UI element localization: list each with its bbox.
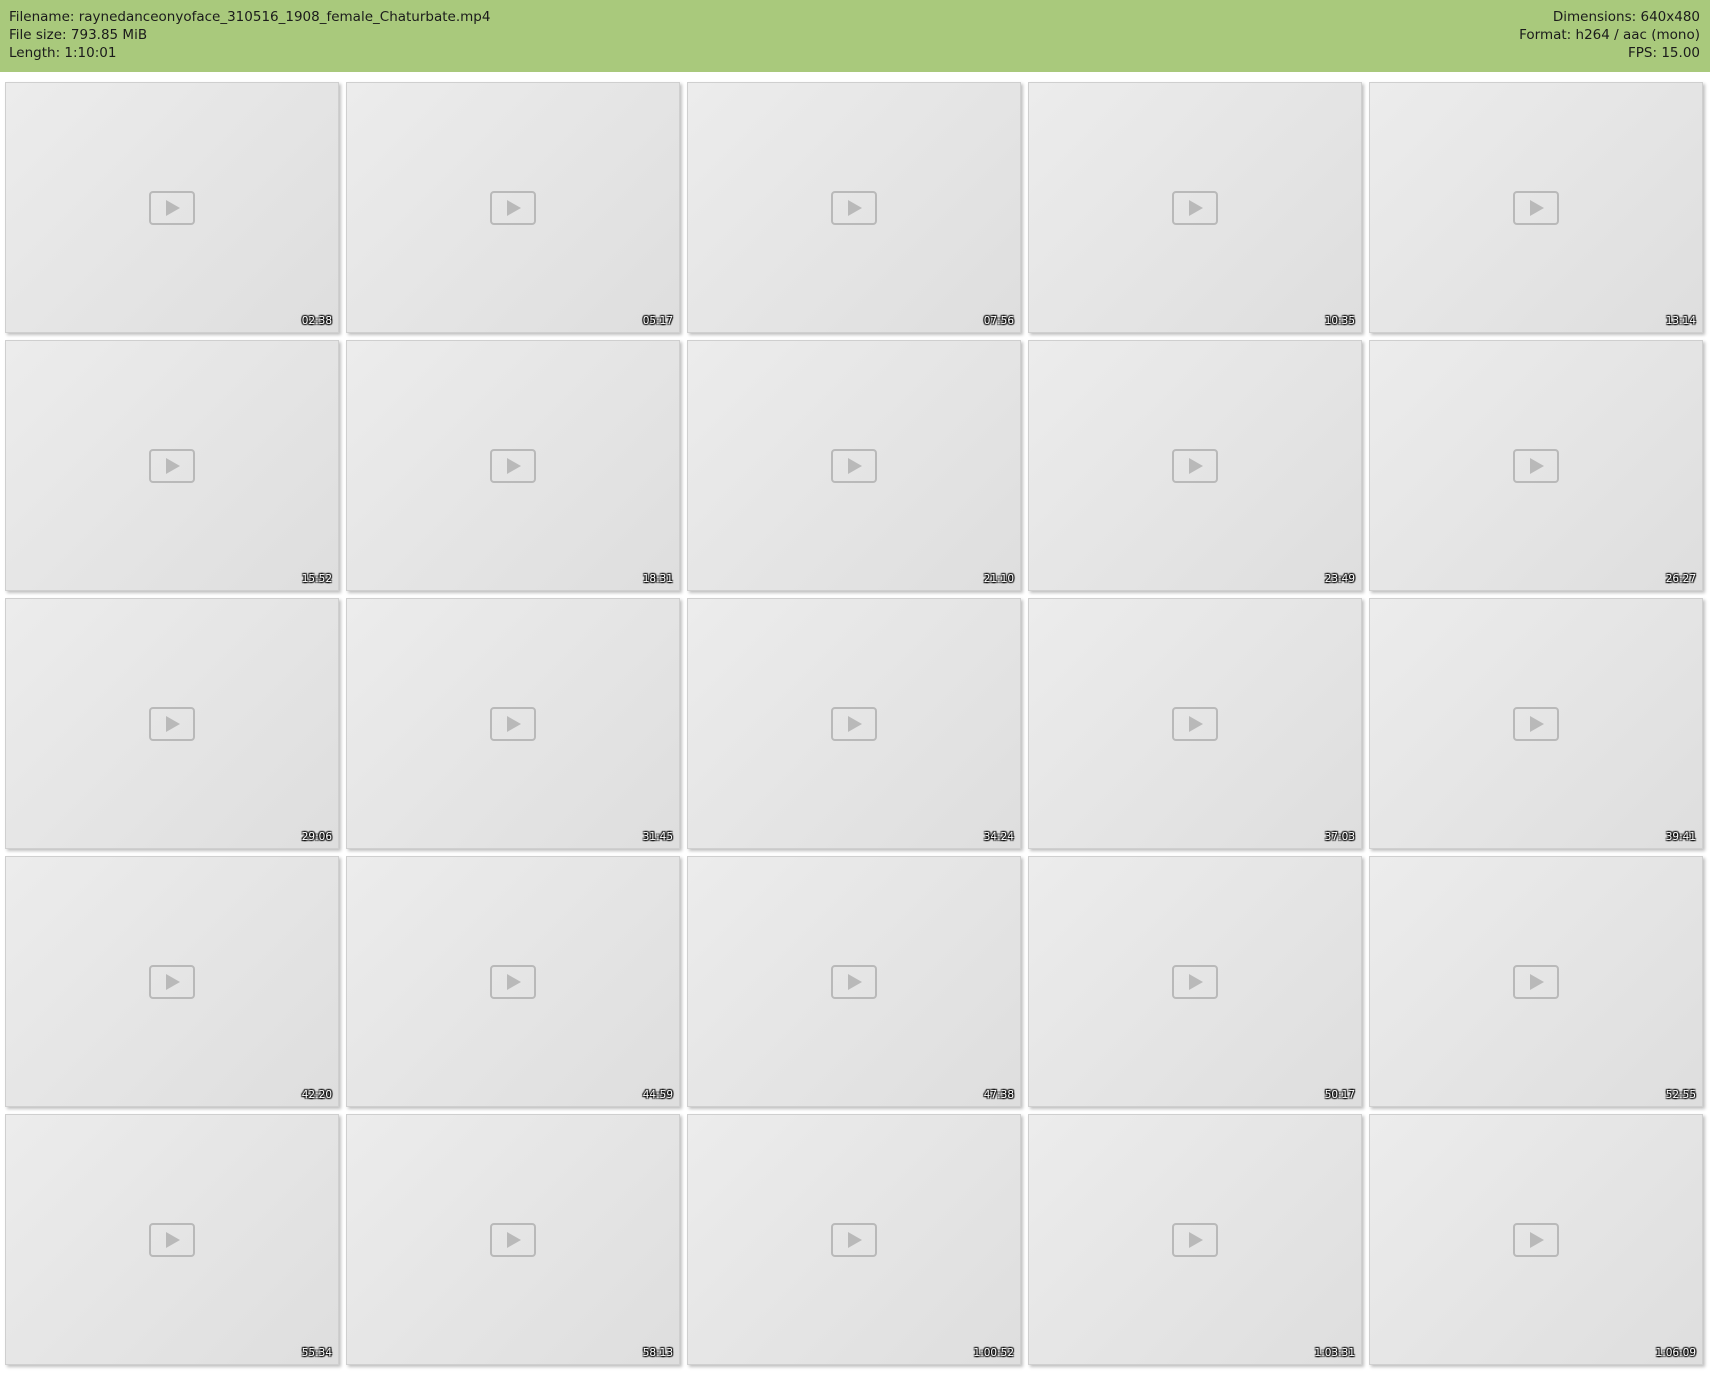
video-frame-thumbnail[interactable]: 34:24 [687,598,1021,849]
frame-timestamp: 13:14 [1665,315,1696,327]
video-frame-thumbnail[interactable]: 39:41 [1369,598,1703,849]
frame-timestamp: 1:06:09 [1655,1347,1696,1359]
info-header: Filename: raynedanceonyoface_310516_1908… [0,0,1710,72]
video-frame-thumbnail[interactable]: 31:45 [346,598,680,849]
video-frame-thumbnail[interactable]: 42:20 [5,856,339,1107]
file-size-text: File size: 793.85 MiB [9,27,148,43]
video-frame-thumbnail[interactable]: 29:06 [5,598,339,849]
video-frame-icon [1513,1222,1559,1257]
video-frame-thumbnail[interactable]: 50:17 [1028,856,1362,1107]
video-frame-icon [1172,1222,1218,1257]
video-frame-icon [831,190,877,225]
video-frame-thumbnail[interactable]: 1:03:31 [1028,1114,1362,1365]
video-frame-icon [149,706,195,741]
frame-timestamp: 39:41 [1665,831,1696,843]
video-frame-icon [831,964,877,999]
video-frame-thumbnail[interactable]: 15:52 [5,340,339,591]
length-text: Length: 1:10:01 [9,45,117,61]
video-frame-icon [490,190,536,225]
thumbnail-grid: 02:38 05:17 07:56 10:35 13:14 15:52 18:31 21:10… [5,82,1705,1365]
video-frame-icon [149,964,195,999]
video-frame-icon [1513,190,1559,225]
video-frame-icon [1513,706,1559,741]
video-frame-icon [1513,964,1559,999]
video-frame-icon [1172,190,1218,225]
frame-timestamp: 42:20 [301,1089,332,1101]
video-frame-thumbnail[interactable]: 07:56 [687,82,1021,333]
frame-timestamp: 58:13 [642,1347,673,1359]
frame-timestamp: 15:52 [301,573,332,585]
video-frame-thumbnail[interactable]: 1:06:09 [1369,1114,1703,1365]
frame-timestamp: 26:27 [1665,573,1696,585]
video-frame-icon [831,448,877,483]
video-frame-thumbnail[interactable]: 21:10 [687,340,1021,591]
video-frame-thumbnail[interactable]: 44:59 [346,856,680,1107]
video-frame-thumbnail[interactable]: 05:17 [346,82,680,333]
frame-timestamp: 23:49 [1324,573,1355,585]
video-frame-thumbnail[interactable]: 18:31 [346,340,680,591]
video-frame-icon [490,448,536,483]
video-frame-icon [1172,448,1218,483]
video-frame-icon [831,1222,877,1257]
frame-timestamp: 29:06 [301,831,332,843]
video-frame-thumbnail[interactable]: 23:49 [1028,340,1362,591]
frame-timestamp: 10:35 [1324,315,1355,327]
video-frame-icon [490,706,536,741]
file-info-right: Dimensions: 640x480 Format: h264 / aac (… [1519,8,1700,62]
video-frame-icon [149,448,195,483]
fps-text: FPS: 15.00 [1628,45,1700,61]
video-frame-thumbnail[interactable]: 58:13 [346,1114,680,1365]
frame-timestamp: 18:31 [642,573,673,585]
frame-timestamp: 34:24 [983,831,1014,843]
video-frame-icon [149,190,195,225]
video-frame-thumbnail[interactable]: 47:38 [687,856,1021,1107]
video-frame-thumbnail[interactable]: 26:27 [1369,340,1703,591]
video-frame-thumbnail[interactable]: 02:38 [5,82,339,333]
frame-timestamp: 44:59 [642,1089,673,1101]
frame-timestamp: 07:56 [983,315,1014,327]
video-frame-thumbnail[interactable]: 10:35 [1028,82,1362,333]
frame-timestamp: 31:45 [642,831,673,843]
frame-timestamp: 55:34 [301,1347,332,1359]
frame-timestamp: 1:03:31 [1314,1347,1355,1359]
video-frame-icon [831,706,877,741]
frame-timestamp: 1:00:52 [973,1347,1014,1359]
video-frame-thumbnail[interactable]: 13:14 [1369,82,1703,333]
frame-timestamp: 21:10 [983,573,1014,585]
filename-text: Filename: raynedanceonyoface_310516_1908… [9,9,491,25]
frame-timestamp: 47:38 [983,1089,1014,1101]
video-frame-icon [490,1222,536,1257]
video-frame-thumbnail[interactable]: 52:55 [1369,856,1703,1107]
file-info-left: Filename: raynedanceonyoface_310516_1908… [9,8,490,62]
video-frame-thumbnail[interactable]: 55:34 [5,1114,339,1365]
format-text: Format: h264 / aac (mono) [1519,27,1700,43]
frame-timestamp: 50:17 [1324,1089,1355,1101]
frame-timestamp: 52:55 [1665,1089,1696,1101]
video-frame-icon [149,1222,195,1257]
frame-timestamp: 02:38 [301,315,332,327]
dimensions-text: Dimensions: 640x480 [1552,9,1700,25]
video-frame-icon [1513,448,1559,483]
video-frame-thumbnail[interactable]: 1:00:52 [687,1114,1021,1365]
video-frame-icon [1172,706,1218,741]
video-frame-icon [490,964,536,999]
frame-timestamp: 05:17 [642,315,673,327]
video-frame-icon [1172,964,1218,999]
video-frame-thumbnail[interactable]: 37:03 [1028,598,1362,849]
frame-timestamp: 37:03 [1324,831,1355,843]
